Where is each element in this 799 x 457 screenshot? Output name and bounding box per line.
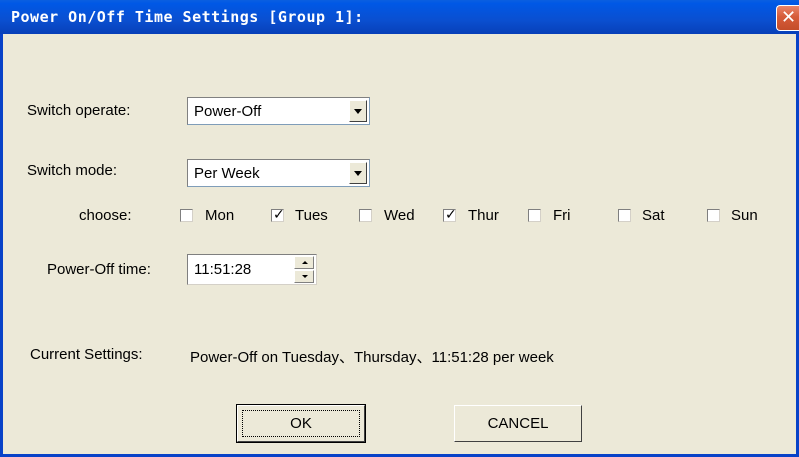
day-label-sat: Sat [642, 207, 665, 224]
day-checkbox-mon[interactable] [180, 209, 193, 222]
power-off-time-label: Power-Off time: [47, 261, 151, 278]
power-off-time-input[interactable]: 11:51:28 [187, 254, 317, 285]
ok-button[interactable]: OK [236, 404, 366, 443]
switch-operate-select[interactable]: Power-Off [187, 97, 370, 125]
spin-up-icon[interactable] [294, 256, 314, 269]
dialog-window: Power On/Off Time Settings [Group 1]: ✕ … [0, 0, 799, 457]
current-settings-value: Power-Off on Tuesday、Thursday、11:51:28 p… [190, 349, 554, 366]
switch-mode-value: Per Week [194, 165, 260, 182]
checkmark-icon: ✓ [273, 207, 285, 223]
day-label-wed: Wed [384, 207, 415, 224]
power-off-time-value: 11:51:28 [194, 261, 252, 278]
checkmark-icon: ✓ [445, 207, 457, 223]
title-bar[interactable]: Power On/Off Time Settings [Group 1]: ✕ [0, 0, 799, 34]
spin-down-icon[interactable] [294, 270, 314, 283]
day-checkbox-fri[interactable] [528, 209, 541, 222]
focus-rect [242, 410, 360, 437]
close-icon[interactable]: ✕ [776, 5, 799, 31]
switch-mode-select[interactable]: Per Week [187, 159, 370, 187]
day-checkbox-sat[interactable] [618, 209, 631, 222]
switch-mode-label: Switch mode: [27, 162, 118, 179]
day-checkbox-tues[interactable]: ✓ [271, 207, 285, 223]
window-border-left [0, 34, 3, 457]
day-label-mon: Mon [205, 207, 235, 224]
switch-operate-label: Switch operate: [27, 102, 131, 119]
chevron-down-icon[interactable] [349, 100, 367, 122]
day-checkbox-thur[interactable]: ✓ [443, 207, 457, 223]
time-spinner[interactable] [294, 256, 314, 283]
choose-label: choose: [79, 207, 132, 224]
day-label-tues: Tues [295, 207, 328, 224]
day-label-fri: Fri [553, 207, 571, 224]
cancel-button-label: CANCEL [487, 415, 549, 432]
switch-operate-value: Power-Off [194, 103, 262, 120]
current-settings-label: Current Settings: [30, 346, 143, 363]
cancel-button[interactable]: CANCEL [454, 405, 582, 442]
window-title: Power On/Off Time Settings [Group 1]: [11, 8, 364, 26]
day-checkbox-wed[interactable] [359, 209, 372, 222]
day-checkbox-sun[interactable] [707, 209, 720, 222]
day-label-sun: Sun [731, 207, 758, 224]
chevron-down-icon[interactable] [349, 162, 367, 184]
day-label-thur: Thur [468, 207, 499, 224]
